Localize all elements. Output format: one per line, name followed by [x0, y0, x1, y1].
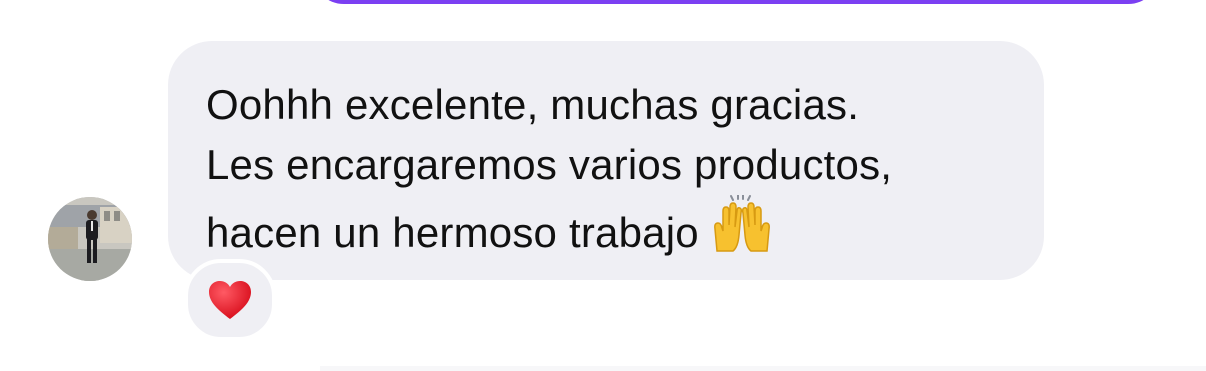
incoming-message-bubble[interactable]: Oohhh excelente, muchas gracias. Les enc… — [168, 41, 1044, 280]
user-photo-icon — [48, 197, 132, 281]
message-line-1: Oohhh excelente, muchas gracias. — [206, 81, 860, 128]
heart-reaction-badge[interactable] — [184, 259, 276, 341]
message-line-2: Les encargaremos varios productos, — [206, 141, 893, 188]
chat-thread: Oohhh excelente, muchas gracias. Les enc… — [0, 0, 1206, 371]
red-heart-icon — [209, 281, 251, 319]
next-message-edge — [320, 366, 1206, 371]
message-line-3-text: hacen un hermoso trabajo — [206, 209, 699, 256]
sender-avatar[interactable] — [48, 197, 132, 281]
previous-sent-message-bubble[interactable] — [312, 0, 1160, 4]
raising-hands-icon — [707, 194, 777, 253]
message-line-3: hacen un hermoso trabajo — [206, 194, 1008, 263]
